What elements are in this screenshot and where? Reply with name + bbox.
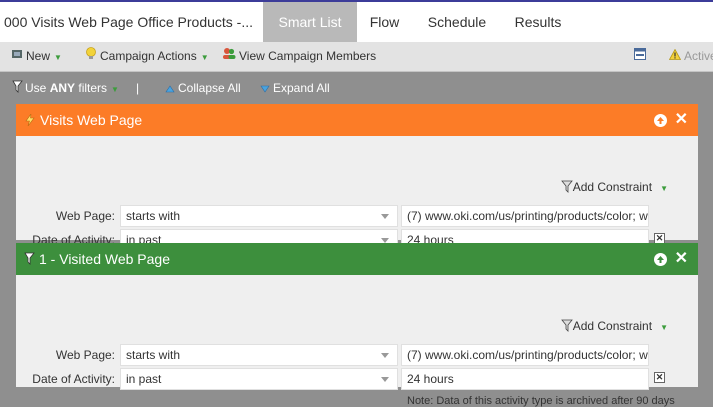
add-constraint-label: Add Constraint xyxy=(572,180,653,195)
close-icon[interactable]: ✕ xyxy=(675,251,688,267)
collapse-all-button[interactable]: Collapse All xyxy=(165,72,241,104)
window-icon xyxy=(634,42,646,71)
filter-icon xyxy=(24,244,35,276)
campaign-actions-menu[interactable]: Campaign Actions ▼ xyxy=(85,42,209,71)
view-campaign-members-label: View Campaign Members xyxy=(239,49,377,63)
web-page-value-field[interactable]: (7) www.oki.com/us/printing/products/col… xyxy=(401,205,649,227)
program-title[interactable]: 000 Visits Web Page Office Products -... xyxy=(4,2,253,42)
filter-title: Visits Web Page xyxy=(40,112,143,128)
remove-constraint-icon[interactable]: ✕ xyxy=(654,372,665,383)
status-badge: Active xyxy=(668,42,713,71)
tab-bar: 000 Visits Web Page Office Products -...… xyxy=(0,0,713,42)
filter-bar: Use ANY filters ▼ | Collapse All Expand A… xyxy=(0,72,713,104)
date-value-field[interactable]: 24 hours xyxy=(401,368,649,390)
tab-results[interactable]: Results xyxy=(502,2,574,42)
web-page-label: Web Page: xyxy=(55,348,115,362)
tab-smart-list[interactable]: Smart List xyxy=(263,2,357,42)
filter-header[interactable]: 1 - Visited Web Page ✕ xyxy=(16,243,698,275)
campaign-actions-label: Campaign Actions xyxy=(100,49,197,63)
operator-value: starts with xyxy=(126,209,181,223)
filter-body: Add Constraint ▼ Web Page: starts with (7… xyxy=(16,136,698,251)
use-any-filters-menu[interactable]: Use ANY filters ▼ xyxy=(12,72,119,104)
any-label: ANY xyxy=(49,81,76,95)
move-up-icon[interactable] xyxy=(653,252,667,266)
collapse-icon xyxy=(165,73,175,105)
add-constraint-label: Add Constraint xyxy=(572,319,653,334)
filter-icon xyxy=(12,73,23,105)
expand-all-button[interactable]: Expand All xyxy=(260,72,330,104)
date-operator-select[interactable]: in past xyxy=(120,368,398,390)
chevron-down-icon: ▼ xyxy=(54,53,62,62)
operator-value: in past xyxy=(126,372,162,386)
web-page-value-field[interactable]: (7) www.oki.com/us/printing/products/col… xyxy=(401,344,649,366)
expand-all-label: Expand All xyxy=(273,81,330,95)
expand-icon xyxy=(260,73,270,105)
lightbulb-icon xyxy=(85,42,97,71)
trigger-icon xyxy=(24,105,36,137)
web-page-operator-select[interactable]: starts with xyxy=(120,205,398,227)
new-label: New xyxy=(26,49,51,63)
filter-title: 1 - Visited Web Page xyxy=(39,251,171,267)
separator: | xyxy=(136,81,140,95)
filter-header[interactable]: Visits Web Page ✕ xyxy=(16,104,698,136)
members-icon xyxy=(222,42,236,71)
chevron-down-icon xyxy=(381,353,389,358)
toolbar: New ▼ Campaign Actions ▼ View Campaign Mem… xyxy=(0,42,713,72)
filters-label: filters xyxy=(78,81,108,95)
date-of-activity-label: Date of Activity: xyxy=(32,372,115,386)
add-constraint-button[interactable]: Add Constraint ▼ xyxy=(560,319,668,335)
collapse-all-label: Collapse All xyxy=(178,81,241,95)
web-page-operator-select[interactable]: starts with xyxy=(120,344,398,366)
filter-body: Add Constraint ▼ Web Page: starts with (7… xyxy=(16,275,698,407)
chevron-down-icon: ▼ xyxy=(111,85,119,94)
chevron-down-icon: ▼ xyxy=(660,323,668,333)
new-icon xyxy=(11,42,23,71)
layout-toggle-button[interactable] xyxy=(634,42,649,71)
filter-icon xyxy=(560,319,573,335)
add-constraint-button[interactable]: Add Constraint ▼ xyxy=(560,180,668,196)
warning-icon xyxy=(668,42,682,71)
tab-flow[interactable]: Flow xyxy=(357,2,412,42)
filter-panel-visits-web-page: Visits Web Page ✕ Add Constraint ▼ Web Pa… xyxy=(16,104,698,251)
chevron-down-icon: ▼ xyxy=(200,53,209,62)
close-icon[interactable]: ✕ xyxy=(675,112,688,128)
chevron-down-icon xyxy=(381,214,389,219)
tab-schedule[interactable]: Schedule xyxy=(412,2,502,42)
chevron-down-icon: ▼ xyxy=(660,184,668,194)
filter-panel-visited-web-page: 1 - Visited Web Page ✕ Add Constraint ▼ W… xyxy=(16,243,698,407)
status-label: Active xyxy=(684,49,713,63)
view-campaign-members-button[interactable]: View Campaign Members xyxy=(222,42,376,71)
operator-value: starts with xyxy=(126,348,181,362)
web-page-label: Web Page: xyxy=(55,209,115,223)
use-label: Use xyxy=(25,81,47,95)
new-menu[interactable]: New ▼ xyxy=(11,42,62,71)
move-up-icon[interactable] xyxy=(653,113,667,127)
filter-icon xyxy=(560,180,573,196)
chevron-down-icon xyxy=(381,377,389,382)
